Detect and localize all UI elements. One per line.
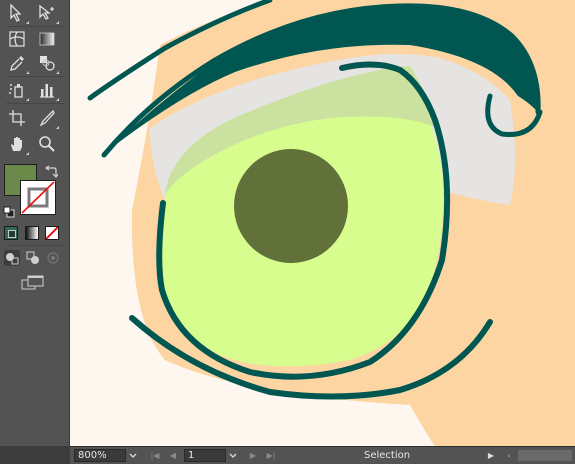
draw-behind-icon: [26, 251, 39, 264]
gradient-mode-button[interactable]: [25, 226, 39, 240]
swap-fill-stroke-button[interactable]: [44, 164, 59, 178]
gradient-tool-button[interactable]: [34, 27, 60, 51]
default-fill-stroke-icon: [3, 206, 15, 218]
last-artboard-button[interactable]: ▶|: [264, 449, 278, 462]
none-stroke-icon: [21, 181, 55, 214]
draw-normal-icon: [6, 253, 19, 265]
group-selection-tool-button[interactable]: [34, 1, 60, 25]
chevron-down-icon: [229, 453, 237, 458]
symbol-sprayer-icon: [9, 84, 23, 98]
magnifier-icon: [39, 136, 55, 152]
gradient-icon: [39, 32, 55, 46]
eyedropper-tool-button[interactable]: [4, 51, 30, 75]
default-fill-stroke-button[interactable]: [3, 203, 15, 218]
zoom-dropdown-button[interactable]: [126, 449, 140, 462]
swap-arrows-icon: [45, 165, 59, 178]
column-graph-tool-button[interactable]: [34, 78, 60, 102]
draw-behind-button[interactable]: [25, 250, 41, 266]
artboard-tool-button[interactable]: [4, 106, 30, 130]
direct-selection-icon: [10, 3, 22, 22]
previous-artboard-button[interactable]: ◀: [166, 449, 180, 462]
chevron-down-icon: [129, 453, 137, 458]
change-screen-mode-icon: [21, 275, 44, 290]
pupil: [234, 149, 348, 263]
zoom-level-value: 800%: [78, 450, 107, 461]
blend-icon: [40, 56, 55, 71]
next-icon: ▶: [249, 451, 257, 460]
slice-tool-button[interactable]: [34, 106, 60, 130]
artboard-number-field[interactable]: 1: [184, 449, 226, 462]
draw-inside-icon: [47, 252, 59, 264]
play-arrow-icon: ▶: [487, 451, 495, 460]
hand-tool-button[interactable]: [4, 132, 30, 156]
none-icon: [46, 227, 58, 239]
status-text: Selection: [364, 450, 411, 461]
eyedropper-icon: [10, 56, 24, 71]
zoom-level-field[interactable]: 800%: [74, 449, 126, 462]
eye-illustration: [70, 0, 575, 446]
status-menu-button[interactable]: ▶: [484, 449, 498, 462]
stroke-swatch[interactable]: [20, 180, 56, 215]
zoom-tool-button[interactable]: [34, 132, 60, 156]
next-artboard-button[interactable]: ▶: [246, 449, 260, 462]
color-mode-button[interactable]: [4, 226, 18, 240]
first-artboard-button[interactable]: |◀: [148, 449, 162, 462]
first-artboard-icon: |◀: [150, 451, 160, 460]
last-artboard-icon: ▶|: [266, 451, 276, 460]
none-mode-button[interactable]: [45, 226, 59, 240]
tools-panel: [0, 0, 70, 446]
scroll-left-button[interactable]: ‹: [502, 449, 516, 462]
blend-tool-button[interactable]: [34, 51, 60, 75]
artboard-number-value: 1: [188, 450, 195, 461]
hand-icon: [11, 137, 22, 151]
mesh-icon: [9, 31, 25, 47]
mesh-tool-button[interactable]: [4, 27, 30, 51]
slice-knife-icon: [39, 109, 55, 127]
change-screen-mode-button[interactable]: [20, 275, 46, 291]
direct-selection-tool-button[interactable]: [4, 1, 30, 25]
symbol-sprayer-tool-button[interactable]: [4, 78, 30, 102]
artboard-icon: [9, 110, 25, 126]
column-graph-icon: [40, 84, 54, 98]
draw-inside-button[interactable]: [45, 250, 61, 266]
draw-normal-button[interactable]: [4, 250, 20, 266]
horizontal-scrollbar[interactable]: [518, 450, 572, 461]
group-selection-icon: [39, 4, 54, 20]
previous-icon: ◀: [169, 451, 177, 460]
artboard-dropdown-button[interactable]: [226, 449, 240, 462]
artboard-canvas[interactable]: [70, 0, 575, 446]
status-bar: 800% |◀ ◀ 1 ▶ ▶| Selection ▶ ‹: [70, 446, 575, 464]
chevron-left-icon: ‹: [507, 451, 511, 460]
